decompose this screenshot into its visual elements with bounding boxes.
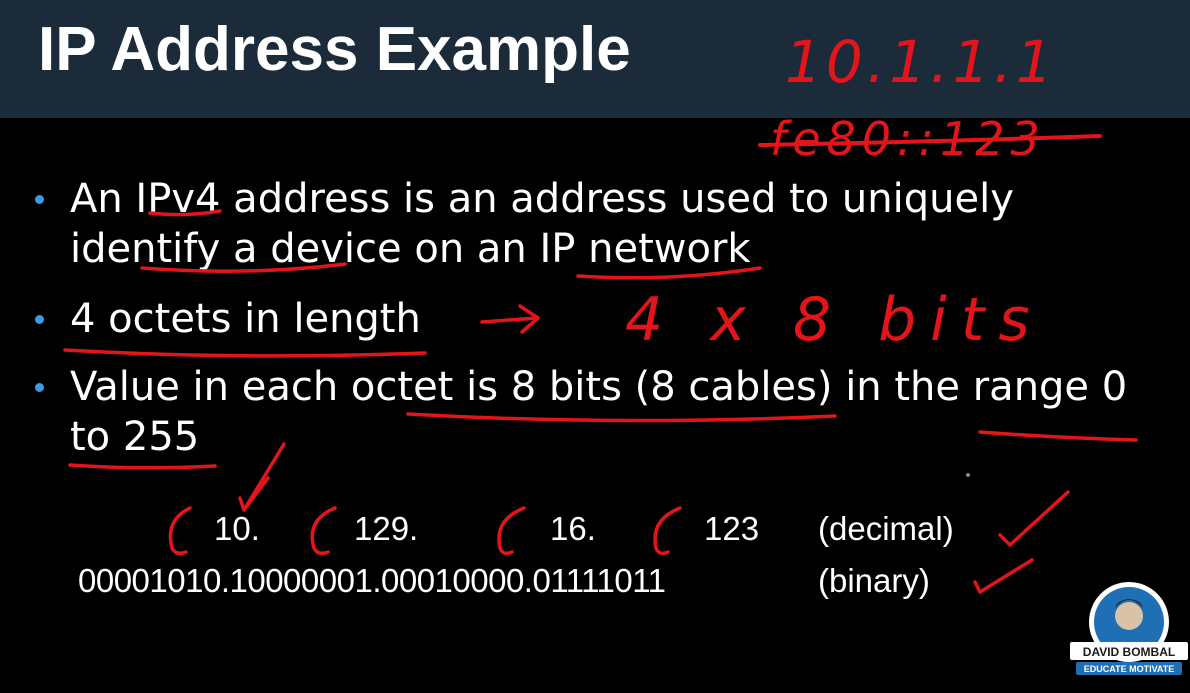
- checkmark-icon: [998, 490, 1070, 547]
- octet-mark-icon: [497, 506, 526, 556]
- logo-name: DAVID BOMBAL: [1083, 645, 1175, 659]
- underline-ipv4: [148, 209, 222, 217]
- ipv4-example-annotation: 10.1.1.1: [785, 28, 1057, 96]
- underline-identify: [140, 262, 347, 273]
- checkmark-icon: [973, 558, 1034, 594]
- octet-mark-icon: [168, 506, 192, 556]
- logo-tagline: EDUCATE MOTIVATE: [1084, 664, 1175, 674]
- arrow-icon: [480, 304, 540, 334]
- underline-range: [978, 430, 1138, 442]
- octet-mark-icon: [653, 506, 682, 556]
- underline-255: [68, 463, 217, 470]
- underline-network: [576, 266, 762, 280]
- octet-formula-annotation: 4 x 8 bits: [625, 285, 1044, 355]
- underline-8-bits: [406, 412, 837, 423]
- underline-4-octets: [63, 348, 427, 358]
- check-arrow-icon: [238, 442, 286, 512]
- presenter-logo: DAVID BOMBAL EDUCATE MOTIVATE: [1070, 578, 1188, 688]
- handwritten-annotations: 10.1.1.1 fe80::123 4 x 8 bits: [63, 28, 1138, 594]
- octet-mark-icon: [310, 506, 337, 556]
